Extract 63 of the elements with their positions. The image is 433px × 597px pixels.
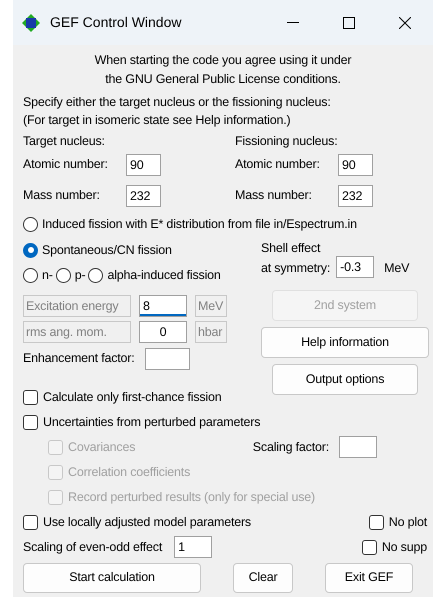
field-label: Atomic number:	[235, 156, 321, 174]
input-field[interactable]: 0	[139, 320, 187, 343]
app-icon	[22, 14, 40, 32]
license-notice: the GNU General Public License conditions.	[105, 71, 341, 88]
checkbox-label: Uncertainties from perturbed parameters	[43, 414, 260, 431]
input-field[interactable]: 90	[126, 154, 161, 176]
radio-label: p-	[74, 266, 86, 284]
input-field[interactable]: 1	[174, 536, 212, 558]
input-field[interactable]: 232	[338, 184, 373, 206]
input-field[interactable]: 232	[126, 184, 161, 206]
checkbox[interactable]	[362, 540, 377, 555]
action-button[interactable]: Start calculation	[23, 562, 201, 593]
unit-label: MeV	[195, 294, 227, 317]
radio-label: n-	[42, 266, 53, 284]
close-icon	[399, 16, 411, 28]
radio-label: Induced fission with E* distribution from file in/Espectrum.in	[42, 216, 357, 233]
radio-button[interactable]	[23, 216, 38, 232]
shell-effect-label: at symmetry:	[261, 260, 330, 277]
input-field[interactable]	[144, 348, 190, 370]
minimize-icon	[287, 22, 299, 24]
section-heading: Target nucleus:	[23, 133, 106, 150]
action-button[interactable]: Clear	[233, 562, 293, 593]
checkbox[interactable]	[23, 514, 38, 530]
checkbox[interactable]	[23, 390, 38, 405]
checkbox[interactable]	[23, 414, 38, 430]
radio-button[interactable]	[56, 268, 71, 283]
checkbox-label: Covariances	[68, 438, 136, 456]
action-button[interactable]: Output options	[272, 364, 418, 395]
license-notice: When starting the code you agree using it under	[94, 52, 352, 69]
checkbox-label: Correlation coefficients	[68, 464, 190, 481]
action-button[interactable]: Help information	[261, 326, 429, 358]
parameter-label: rms ang. mom.	[23, 320, 131, 343]
shell-effect-label: Shell effect	[261, 240, 322, 257]
field-label: Mass number:	[23, 187, 101, 204]
checkbox-label: No plot	[388, 514, 427, 531]
unit-label: hbar	[195, 320, 227, 343]
field-label: Atomic number:	[23, 156, 109, 174]
unit-label: MeV	[384, 260, 410, 277]
maximize-icon	[343, 16, 355, 28]
even-odd-label: Scaling of even-odd effect	[23, 538, 162, 556]
input-field[interactable]: -0.3	[336, 256, 374, 278]
input-field[interactable]	[339, 436, 377, 458]
window-title: GEF Control Window	[50, 13, 182, 32]
checkbox[interactable]	[368, 514, 384, 530]
checkbox-label: Use locally adjusted model parameters	[43, 514, 251, 531]
input-field[interactable]: 90	[338, 154, 373, 176]
checkbox-label: No supp	[382, 538, 427, 556]
radio-button[interactable]	[23, 242, 38, 258]
parameter-label: Excitation energy	[23, 294, 131, 317]
section-heading: Fissioning nucleus:	[235, 133, 339, 150]
radio-button[interactable]	[88, 268, 104, 283]
enhancement-label: Enhancement factor:	[23, 350, 135, 368]
instruction-text: Specify either the target nucleus or the fissioning nucleus:	[23, 94, 332, 111]
field-label: Mass number:	[235, 187, 313, 204]
instruction-text: (For target in isomeric state see Help information.)	[23, 112, 292, 129]
radio-label: Spontaneous/CN fission	[42, 242, 172, 259]
checkbox-label: Record perturbed results (only for special use)	[68, 488, 315, 506]
action-button[interactable]: Exit GEF	[325, 562, 413, 593]
radio-button[interactable]	[23, 268, 38, 283]
scaling-factor-label: Scaling factor:	[252, 438, 329, 456]
input-field[interactable]: 8	[139, 294, 187, 317]
radio-label: alpha-induced fission	[107, 266, 221, 284]
checkbox-label: Calculate only first-chance fission	[43, 388, 222, 406]
